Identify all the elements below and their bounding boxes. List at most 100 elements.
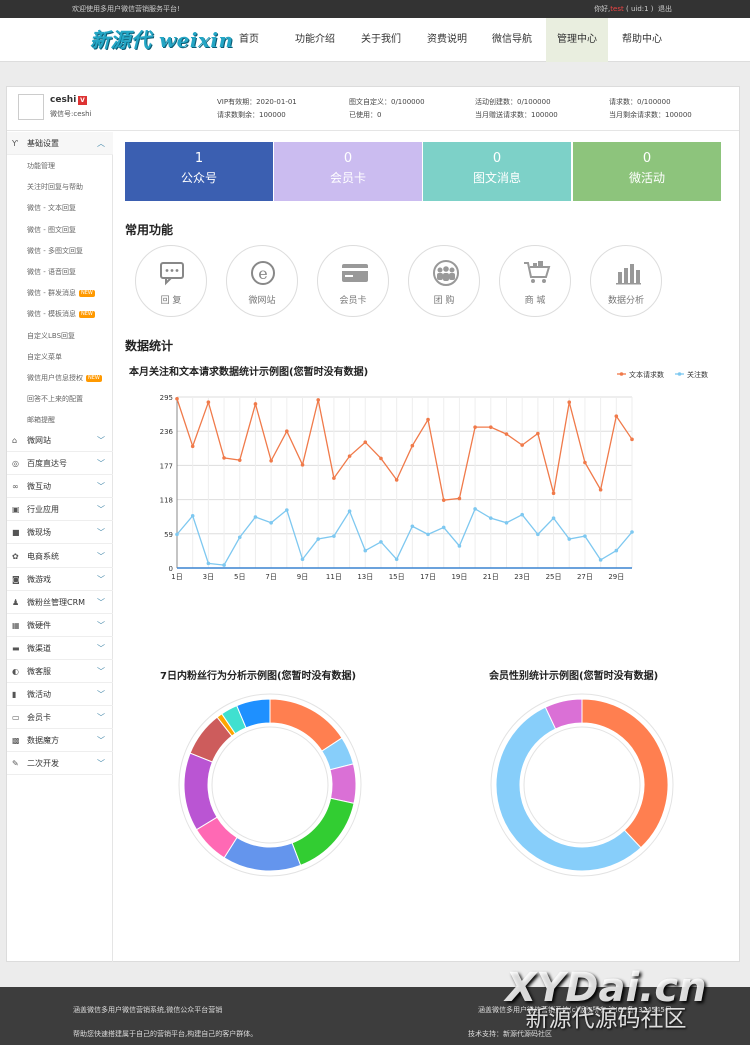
sidebar-group-label: 电商系统 <box>27 551 59 561</box>
data-point <box>237 458 242 462</box>
data-point <box>332 476 336 480</box>
sidebar-group[interactable]: ∞ 微互动 ﹀ <box>7 475 113 499</box>
nav-about[interactable]: 关于我们 <box>352 18 410 62</box>
sidebar-group[interactable]: ▮ 微活动 ﹀ <box>7 683 113 707</box>
nav-pricing[interactable]: 资费说明 <box>418 18 476 62</box>
function-label: 商 城 <box>524 296 546 306</box>
function-data-analysis[interactable]: 数据分析 <box>590 245 662 317</box>
nav-management[interactable]: 管理中心 <box>546 18 608 62</box>
line-chart: 0 59 118 177 236 295 1日 3日 5日 7日 9日 11日 13日 15日 17日 19日… <box>160 370 708 581</box>
x-tick-label: 21日 <box>483 573 499 581</box>
sidebar-group[interactable]: ◐ 微客服 ﹀ <box>7 660 113 683</box>
sidebar-subitem[interactable]: 微信 - 多图文回复 <box>27 241 83 262</box>
sidebar-subitem[interactable]: 微信 - 模板消息 NEW <box>27 304 95 325</box>
sidebar-group[interactable]: ♟ 微粉丝管理CRM ﹀ <box>7 591 113 614</box>
sidebar-subitem-label: 微信用户信息授权 <box>27 374 83 382</box>
sidebar-group[interactable]: ▩ 数据魔方 ﹀ <box>7 729 113 753</box>
data-point <box>567 537 572 541</box>
sidebar-group-label: 会员卡 <box>27 713 51 723</box>
tile-member-cards[interactable]: 0 会员卡 <box>274 142 422 201</box>
logout-link[interactable]: 退出 <box>658 5 672 13</box>
sidebar-group[interactable]: ▣ 行业应用 ﹀ <box>7 498 113 522</box>
sidebar-group-label: 百度直达号 <box>27 459 67 469</box>
function-microsite[interactable]: e 微网站 <box>226 245 298 317</box>
top-bar: 欢迎使用多用户微信营销服务平台! 你好,test ( uid:1 ) 退出 <box>0 0 750 18</box>
data-point <box>504 520 509 525</box>
main-panel: ceshi V 微信号:ceshi VIP有效期：2020-01-01 请求数剩… <box>6 86 740 962</box>
nav-home[interactable]: 首页 <box>230 18 268 62</box>
legend-label[interactable]: 关注数 <box>687 370 708 379</box>
data-point <box>410 524 415 529</box>
sidebar-subitem[interactable]: 自定义菜单 <box>27 347 62 368</box>
sidebar-group[interactable]: ◎ 百度直达号 ﹀ <box>7 452 113 476</box>
data-point <box>316 398 321 402</box>
sidebar-group[interactable]: ▭ 会员卡 ﹀ <box>7 706 113 730</box>
sidebar-group[interactable]: ◙ 微游戏 ﹀ <box>7 568 113 591</box>
sidebar-subitem-label: 回答不上来的配置 <box>27 395 83 404</box>
function-label: 团 购 <box>433 296 455 306</box>
footer-line2: 帮助您快速搭建属于自己的营销平台,构建自己的客户群体。 <box>73 1030 258 1038</box>
x-tick-label: 5日 <box>234 573 245 581</box>
app-icon: ▣ <box>12 505 20 515</box>
data-point <box>285 429 289 433</box>
watermark-domain: XYDai.cn <box>505 965 707 1011</box>
nav-features[interactable]: 功能介绍 <box>286 18 344 62</box>
sidebar-group-label: 微硬件 <box>27 620 51 630</box>
sidebar-group[interactable]: ▦ 微硬件 ﹀ <box>7 614 113 637</box>
chat-icon: ◐ <box>12 667 19 676</box>
svg-text:e: e <box>258 264 267 283</box>
sidebar-subitem[interactable]: 功能管理 <box>27 156 55 177</box>
tile-graphic-messages[interactable]: 0 图文消息 <box>423 142 571 201</box>
function-mall[interactable]: 商 城 <box>499 245 571 317</box>
data-point <box>520 512 524 517</box>
x-tick-label: 7日 <box>265 573 276 581</box>
data-point <box>598 558 603 562</box>
legend-marker <box>619 372 624 376</box>
sidebar-subitem[interactable]: 自定义LBS回复 <box>27 326 75 347</box>
username-link[interactable]: test <box>610 5 623 13</box>
tile-micro-activities[interactable]: 0 微活动 <box>573 142 721 201</box>
sidebar-subitem[interactable]: 微信 - 图文回复 <box>27 220 76 241</box>
requests-remaining: 请求数剩余：100000 <box>217 111 286 119</box>
sidebar-subitem[interactable]: 微信用户信息授权 NEW <box>27 368 102 389</box>
sidebar-subitem[interactable]: 回答不上来的配置 <box>27 389 83 410</box>
data-point <box>347 454 352 458</box>
gamepad-icon: ◙ <box>12 574 20 584</box>
data-point <box>253 515 258 519</box>
tile-accounts[interactable]: 1 公众号 <box>125 142 273 201</box>
sidebar-group-basic-settings[interactable]: Ƴ 基础设置 ︿ <box>7 132 113 155</box>
series-line <box>176 507 633 566</box>
x-tick-label: 23日 <box>514 573 530 581</box>
nav-help[interactable]: 帮助中心 <box>613 18 671 62</box>
cube-icon: ▩ <box>12 736 20 746</box>
pie-slice[interactable] <box>329 763 357 804</box>
data-point <box>363 548 368 553</box>
sidebar-group[interactable]: ▬ 微渠道 ﹀ <box>7 637 113 660</box>
sidebar-group[interactable]: ✿ 电商系统 ﹀ <box>7 545 113 568</box>
sidebar-subitem-label: 自定义LBS回复 <box>27 331 76 340</box>
sidebar-subitem[interactable]: 微信 - 群发消息 NEW <box>27 283 95 304</box>
sidebar-group[interactable]: ■ 微现场 ﹀ <box>7 521 113 545</box>
sidebar-group[interactable]: ✎ 二次开发 ﹀ <box>7 752 113 776</box>
y-tick-label: 295 <box>160 394 173 402</box>
tools-icon: ✎ <box>12 759 19 769</box>
sidebar-group[interactable]: ⌂ 微网站 ﹀ <box>7 429 113 452</box>
sidebar-subitem[interactable]: 微信 - 语音回复 <box>27 262 76 283</box>
function-group-buy[interactable]: 团 购 <box>408 245 480 317</box>
nav-wechat-guide[interactable]: 微信导航 <box>483 18 541 62</box>
pie-slice[interactable] <box>581 698 669 849</box>
data-point <box>536 431 540 436</box>
legend-label[interactable]: 文本请求数 <box>629 370 664 379</box>
account-info: ceshi V 微信号:ceshi VIP有效期：2020-01-01 请求数剩… <box>7 87 739 131</box>
pie-slice[interactable] <box>269 698 343 752</box>
sidebar-subitem[interactable]: 微信 - 文本回复 <box>27 198 76 219</box>
site-logo[interactable]: 新源代 weixin <box>90 24 234 53</box>
watermark: XYDai.cn 新源代源码社区 <box>496 968 716 1038</box>
function-reply[interactable]: 回 复 <box>135 245 207 317</box>
data-point <box>488 425 493 429</box>
bar-chart-icon <box>616 264 641 285</box>
function-member-card[interactable]: 会员卡 <box>317 245 389 317</box>
sidebar-group-label: 微网站 <box>27 436 51 445</box>
sidebar-subitem[interactable]: 关注时回复与帮助 <box>27 177 83 198</box>
users-icon: ♟ <box>12 597 20 607</box>
